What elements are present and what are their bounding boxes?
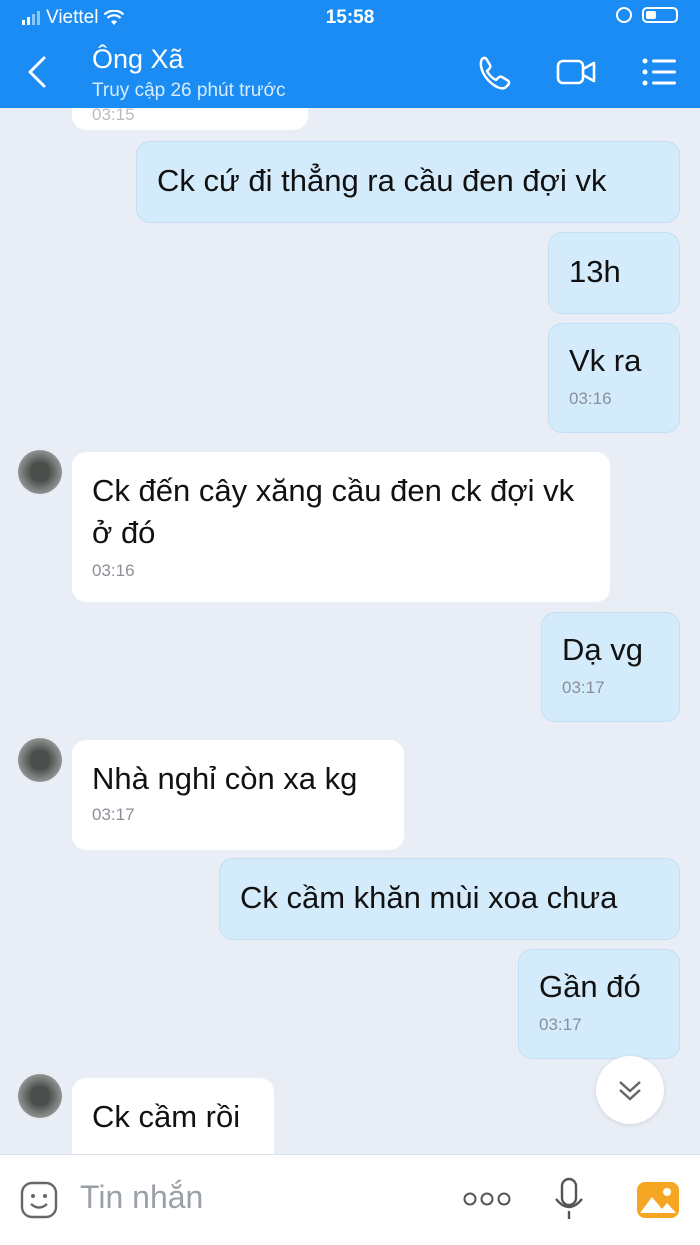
avatar[interactable] — [18, 1074, 62, 1118]
message-time: 03:16 — [92, 561, 135, 580]
message-text: Gần đó — [539, 969, 641, 1004]
image-picker-button[interactable] — [636, 1181, 680, 1219]
composer-bar: Tin nhắn — [0, 1154, 700, 1245]
message-time: 03:17 — [539, 1015, 582, 1034]
contact-name[interactable]: Ông Xã — [92, 44, 184, 75]
avatar[interactable] — [18, 738, 62, 782]
message-text: Nhà nghỉ còn xa kg — [92, 761, 358, 796]
message-text: Vk ra — [569, 343, 642, 378]
status-right — [616, 7, 678, 23]
rotation-lock-icon — [616, 7, 632, 23]
call-button[interactable] — [472, 54, 512, 90]
message-list[interactable]: 03:15 Ck cứ đi thẳng ra cầu đen đợi vk 1… — [0, 108, 700, 1154]
battery-icon — [642, 7, 678, 23]
last-seen-status: Truy cập 26 phút trước — [92, 80, 286, 101]
video-call-button[interactable] — [556, 54, 596, 90]
sticker-button[interactable] — [20, 1181, 58, 1219]
scroll-to-bottom-button[interactable] — [596, 1056, 664, 1124]
message-text: 13h — [569, 254, 621, 289]
message-bubble-sent[interactable]: Dạ vg 03:17 — [541, 612, 680, 722]
voice-message-button[interactable] — [553, 1177, 585, 1223]
message-bubble-received[interactable]: Ck cầm rồi — [72, 1078, 274, 1154]
message-text: Ck cầm rồi — [92, 1099, 241, 1134]
message-text: Ck cầm khăn mùi xoa chưa — [240, 880, 618, 915]
message-bubble-received[interactable]: 03:15 — [72, 108, 308, 130]
status-bar: Viettel 15:58 — [0, 0, 700, 36]
double-chevron-down-icon — [619, 1081, 641, 1101]
message-bubble-sent[interactable]: 13h — [548, 232, 680, 314]
message-bubble-sent[interactable]: Vk ra 03:16 — [548, 323, 680, 433]
message-text: Ck cứ đi thẳng ra cầu đen đợi vk — [157, 163, 607, 198]
message-text: Dạ vg — [562, 632, 643, 667]
status-time: 15:58 — [325, 7, 375, 28]
message-bubble-sent[interactable]: Gần đó 03:17 — [518, 949, 680, 1059]
message-time: 03:17 — [562, 678, 605, 697]
message-text: Ck đến cây xăng cầu đen ck đợi vk ở đó — [92, 473, 575, 550]
message-bubble-received[interactable]: Nhà nghỉ còn xa kg 03:17 — [72, 740, 404, 850]
menu-button[interactable] — [640, 54, 680, 90]
chat-header: Viettel 15:58 Ông Xã Truy cập 26 phút tr… — [0, 0, 700, 108]
message-time: 03:16 — [569, 389, 612, 408]
message-input[interactable]: Tin nhắn — [80, 1179, 203, 1216]
message-bubble-sent[interactable]: Ck cầm khăn mùi xoa chưa — [219, 858, 680, 940]
message-time: 03:15 — [92, 108, 135, 124]
more-options-button[interactable] — [462, 1189, 512, 1209]
message-bubble-received[interactable]: Ck đến cây xăng cầu đen ck đợi vk ở đó 0… — [72, 452, 610, 602]
message-bubble-sent[interactable]: Ck cứ đi thẳng ra cầu đen đợi vk — [136, 141, 680, 223]
back-button[interactable] — [24, 54, 52, 90]
message-time: 03:17 — [92, 805, 135, 824]
avatar[interactable] — [18, 450, 62, 494]
